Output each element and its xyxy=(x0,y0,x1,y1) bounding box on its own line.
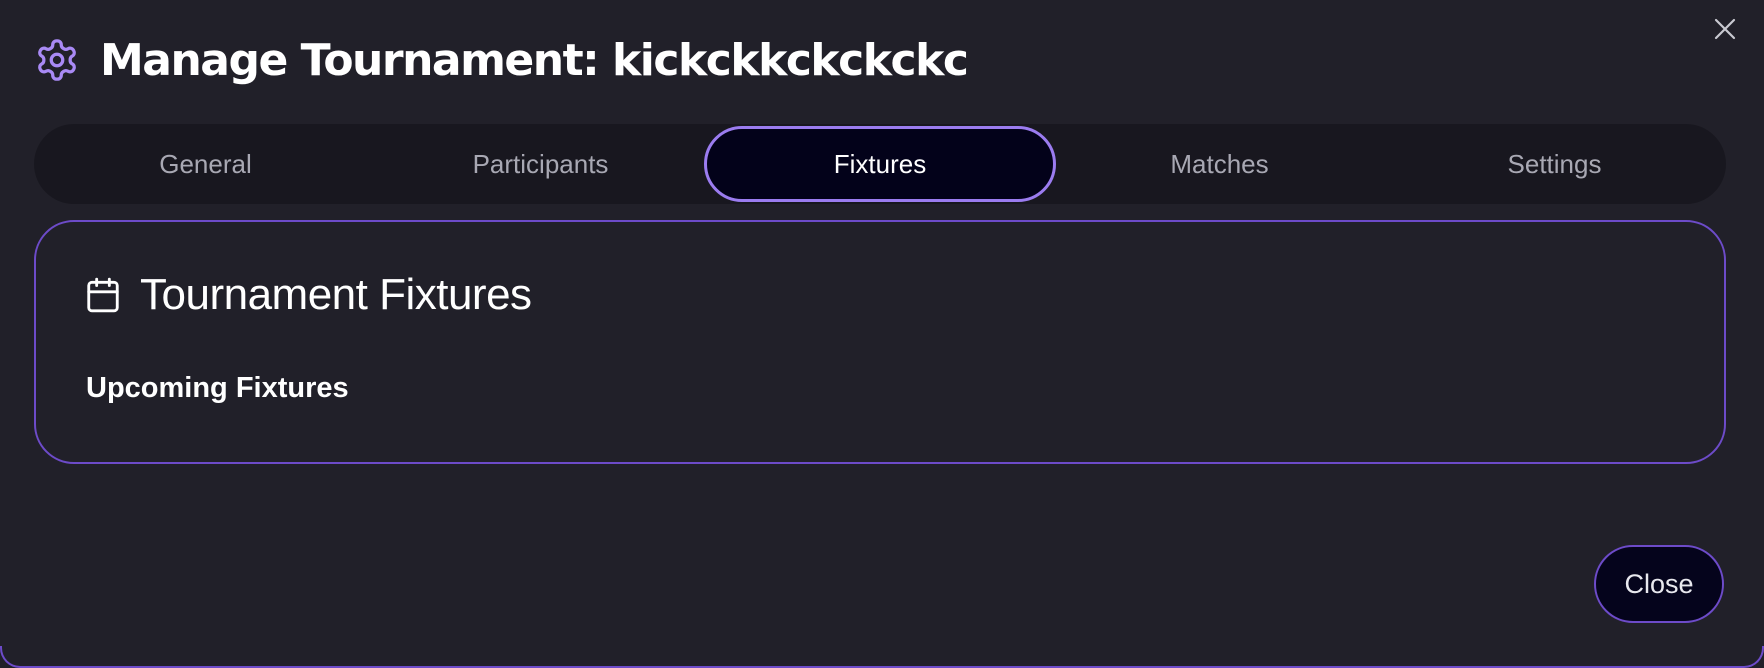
dialog-header: Manage Tournament: kickckkckckckc xyxy=(34,28,969,92)
manage-tournament-dialog: Manage Tournament: kickckkckckckc Genera… xyxy=(0,0,1764,668)
tab-general[interactable]: General xyxy=(38,126,373,202)
fixtures-panel-header: Tournament Fixtures xyxy=(84,270,532,320)
tab-bar: General Participants Fixtures Matches Se… xyxy=(34,124,1726,204)
tab-participants[interactable]: Participants xyxy=(373,126,708,202)
tab-matches[interactable]: Matches xyxy=(1052,126,1387,202)
gear-icon xyxy=(38,39,76,81)
calendar-icon xyxy=(87,277,119,313)
fixtures-panel-title: Tournament Fixtures xyxy=(140,270,532,319)
tab-fixtures[interactable]: Fixtures xyxy=(704,126,1056,202)
tab-settings[interactable]: Settings xyxy=(1387,126,1722,202)
close-button[interactable]: Close xyxy=(1594,545,1724,623)
close-icon[interactable] xyxy=(1710,14,1740,44)
upcoming-fixtures-heading: Upcoming Fixtures xyxy=(86,372,349,404)
dialog-title: Manage Tournament: kickckkckckckc xyxy=(100,34,969,86)
fixtures-panel: Tournament Fixtures Upcoming Fixtures xyxy=(34,220,1726,464)
